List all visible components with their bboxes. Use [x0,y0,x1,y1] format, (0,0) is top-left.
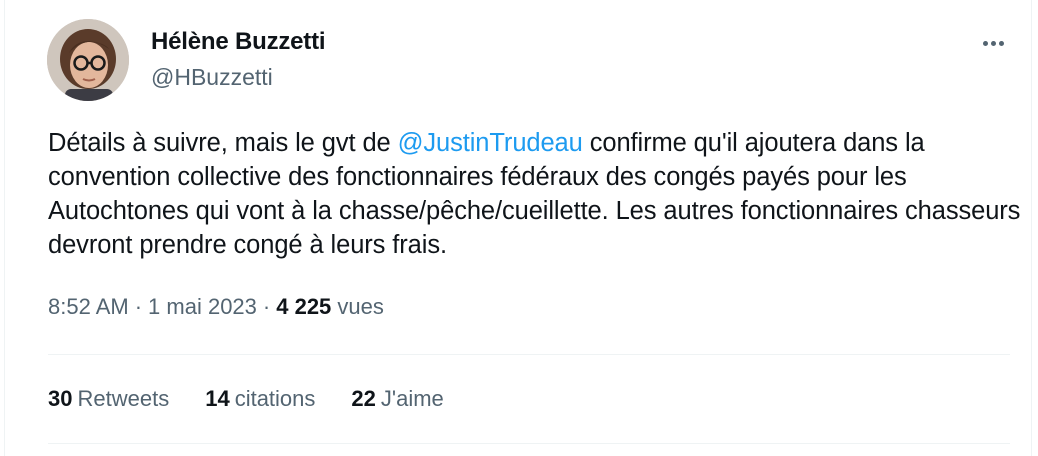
quotes-label: citations [234,386,316,411]
tweet-date[interactable]: 1 mai 2023 [148,294,257,319]
views-count: 4 225 [276,294,332,319]
retweets-label: Retweets [77,386,170,411]
tweet-text: Détails à suivre, mais le gvt de @Justin… [48,126,1023,262]
quotes-count: 14 [205,386,230,411]
retweets-count: 30 [48,386,73,411]
tweet-meta: 8:52 AM · 1 mai 2023 · 4 225 vues [48,294,384,320]
divider [48,354,1010,355]
likes-label: J'aime [380,386,444,411]
views-label: vues [337,294,384,319]
retweets-stat[interactable]: 30 Retweets [48,386,169,412]
tweet-time[interactable]: 8:52 AM [48,294,129,319]
meta-separator: · [262,294,271,319]
mention-link[interactable]: @JustinTrudeau [398,129,583,157]
more-options-button[interactable] [973,24,1013,60]
author-handle[interactable]: @HBuzzetti [151,64,273,91]
more-horizontal-icon [981,33,1005,51]
tweet-text-part: Détails à suivre, mais le gvt de [48,129,398,157]
quotes-stat[interactable]: 14 citations [205,386,315,412]
likes-count: 22 [351,386,376,411]
tweet-card: Hélène Buzzetti @HBuzzetti Détails à sui… [4,0,1032,456]
author-name[interactable]: Hélène Buzzetti [151,28,326,56]
likes-stat[interactable]: 22 J'aime [351,386,443,412]
meta-separator: · [134,294,143,319]
divider [48,443,1010,444]
engagement-stats: 30 Retweets 14 citations 22 J'aime [48,386,444,412]
avatar-photo [47,19,129,101]
avatar[interactable] [47,19,129,101]
